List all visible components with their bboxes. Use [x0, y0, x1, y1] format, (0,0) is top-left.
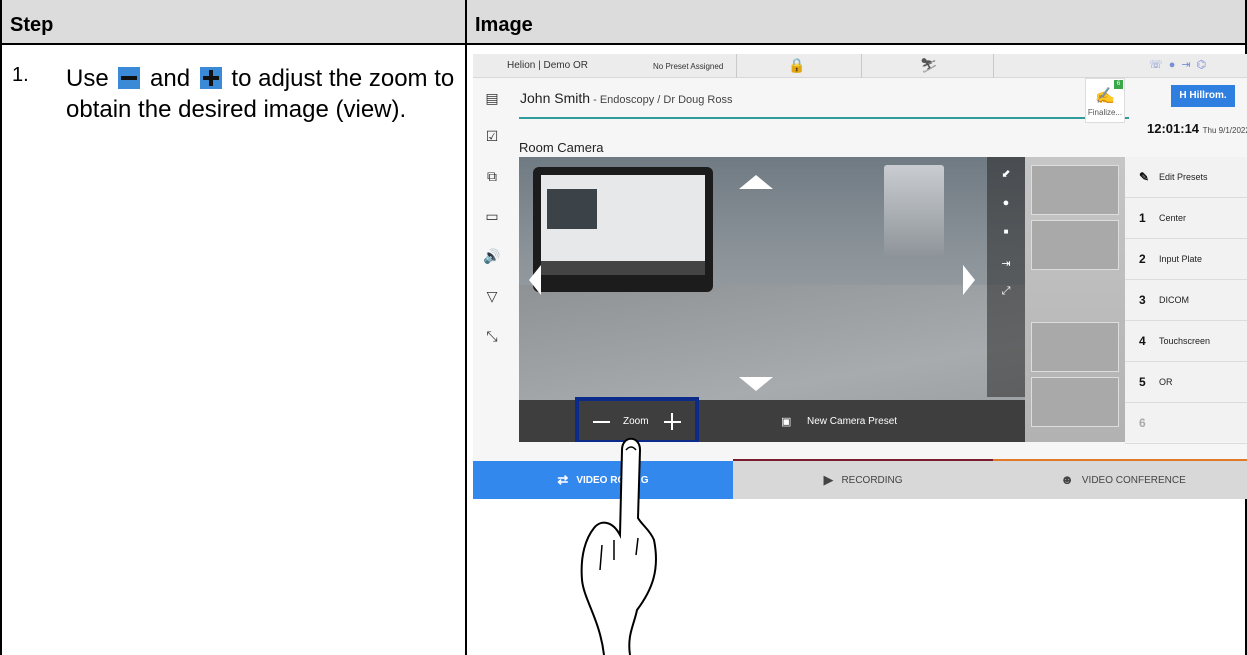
patient-name: John Smith: [520, 90, 591, 106]
save-icon: ▣: [781, 416, 792, 428]
record-icon[interactable]: ●: [987, 197, 1025, 209]
preset-name: OR: [1159, 377, 1173, 387]
patient-underline: [519, 117, 1129, 119]
preset-item[interactable]: 6: [1125, 403, 1247, 444]
column-divider: [465, 0, 467, 655]
step-instruction: Use and to adjust the zoom to obtain the…: [66, 63, 456, 125]
preset-number: 3: [1139, 293, 1146, 307]
table-header-row: Step Image: [2, 0, 1245, 45]
display-icon[interactable]: ▭: [483, 207, 501, 225]
camera-move-icon[interactable]: ⤡: [483, 327, 501, 345]
pan-left-arrow[interactable]: [529, 265, 541, 295]
preset-item[interactable]: 1 Center: [1125, 198, 1247, 239]
status-icons: ☏●⇥⌬: [1149, 59, 1213, 71]
source-thumbnail[interactable]: [1031, 322, 1119, 372]
monitor-in-room: [533, 167, 713, 292]
step-text-and: and: [150, 65, 191, 92]
new-camera-preset-button[interactable]: New Camera Preset: [807, 416, 897, 427]
finalize-label: Finalize...: [1087, 108, 1123, 117]
pan-right-arrow[interactable]: [963, 265, 975, 295]
preset-number: 1: [1139, 211, 1146, 225]
stream-icon[interactable]: ⇥: [987, 257, 1025, 270]
clock-date: Thu 9/1/2022: [1202, 126, 1247, 135]
preset-number: 2: [1139, 252, 1146, 266]
edit-presets-button[interactable]: ✎ Edit Presets: [1125, 157, 1247, 198]
clock-time: 12:01:14: [1147, 121, 1200, 136]
fullscreen-icon[interactable]: ⤢: [987, 285, 1025, 298]
preset-item[interactable]: 4 Touchscreen: [1125, 321, 1247, 362]
preset-list: ✎ Edit Presets 1 Center 2 Input Plate 3 …: [1125, 157, 1247, 444]
source-thumbnail[interactable]: [1031, 220, 1119, 270]
tab-video-conference[interactable]: ☻ VIDEO CONFERENCE: [993, 461, 1247, 499]
video-tools: ⬋ ● ■ ⇥ ⤢: [987, 157, 1025, 397]
instruction-table: Step Image 1. Use and to adjust the zoom…: [0, 0, 1247, 655]
step-text-before: Use: [66, 65, 109, 92]
sidebar: ▤ ☑ ⧉ ▭ 🔊 ▽ ⤡: [473, 79, 509, 459]
finalize-icon: ✍: [1095, 88, 1115, 105]
step-number: 1.: [12, 64, 29, 86]
surgeon-icon[interactable]: ⛷: [920, 57, 938, 74]
patient-card-icon[interactable]: ▤: [483, 89, 501, 107]
preset-name: Touchscreen: [1159, 336, 1211, 346]
preset-item[interactable]: 3 DICOM: [1125, 280, 1247, 321]
room-camera-title: Room Camera: [519, 140, 604, 155]
light-icon[interactable]: ▽: [483, 287, 501, 305]
camera-feed[interactable]: ⬋ ● ■ ⇥ ⤢ Zoom ▣ New Camera Preset: [519, 157, 1025, 442]
source-thumbnail[interactable]: [1031, 165, 1119, 215]
clock: 12:01:14 Thu 9/1/2022: [1147, 121, 1247, 136]
equipment-cabinet: [884, 165, 944, 255]
checklist-icon[interactable]: ☑: [483, 127, 501, 145]
preset-name: Input Plate: [1159, 254, 1203, 264]
preset-name: DICOM: [1159, 295, 1189, 305]
camera-icon[interactable]: ■: [987, 227, 1025, 236]
tab-recording[interactable]: ▶ RECORDING: [733, 461, 993, 499]
patient-header: John Smith - Endoscopy / Dr Doug Ross: [520, 90, 733, 106]
location-label: Helion | Demo OR: [507, 60, 588, 71]
preset-number: 5: [1139, 375, 1146, 389]
brand-mark: H: [1179, 90, 1187, 101]
preset-number: 4: [1139, 334, 1146, 348]
header-image: Image: [475, 14, 533, 36]
preset-item[interactable]: 5 OR: [1125, 362, 1247, 403]
video-conference-icon: ☻: [1060, 472, 1074, 487]
snapshot-icon[interactable]: ⬋: [987, 167, 1025, 180]
source-thumbnail[interactable]: [1031, 377, 1119, 427]
brand-label: Hillrom.: [1189, 90, 1227, 101]
brand-logo: H Hillrom.: [1171, 85, 1235, 107]
preset-panel: ✎ Edit Presets 1 Center 2 Input Plate 3 …: [1025, 157, 1247, 444]
pan-down-arrow[interactable]: [739, 377, 773, 391]
preset-name: Center: [1159, 213, 1187, 223]
minus-icon: [118, 67, 141, 89]
speaker-icon[interactable]: 🔊: [483, 247, 501, 265]
finalize-button[interactable]: 6 ✍ Finalize...: [1085, 78, 1125, 123]
preset-item[interactable]: 2 Input Plate: [1125, 239, 1247, 280]
lock-icon[interactable]: 🔒: [788, 57, 805, 74]
top-status-bar: Helion | Demo OR No Preset Assigned 🔒 ⛷ …: [473, 54, 1247, 78]
pan-up-arrow[interactable]: [739, 175, 773, 189]
hand-pointer-icon: [580, 437, 658, 655]
tab-label: VIDEO CONFERENCE: [1081, 475, 1186, 486]
header-step: Step: [10, 14, 54, 36]
recording-icon: ▶: [823, 472, 834, 487]
preset-name: Edit Presets: [1159, 172, 1208, 182]
preset-status: No Preset Assigned: [653, 62, 724, 71]
finalize-badge: 6: [1114, 80, 1123, 89]
plus-icon: [199, 67, 222, 89]
tab-label: RECORDING: [841, 475, 903, 486]
source-thumbnails: [1025, 157, 1125, 442]
patient-detail: - Endoscopy / Dr Doug Ross: [590, 94, 733, 106]
pencil-icon: ✎: [1139, 170, 1150, 184]
preset-number: 6: [1139, 416, 1146, 430]
layout-icon[interactable]: ⧉: [483, 167, 501, 185]
